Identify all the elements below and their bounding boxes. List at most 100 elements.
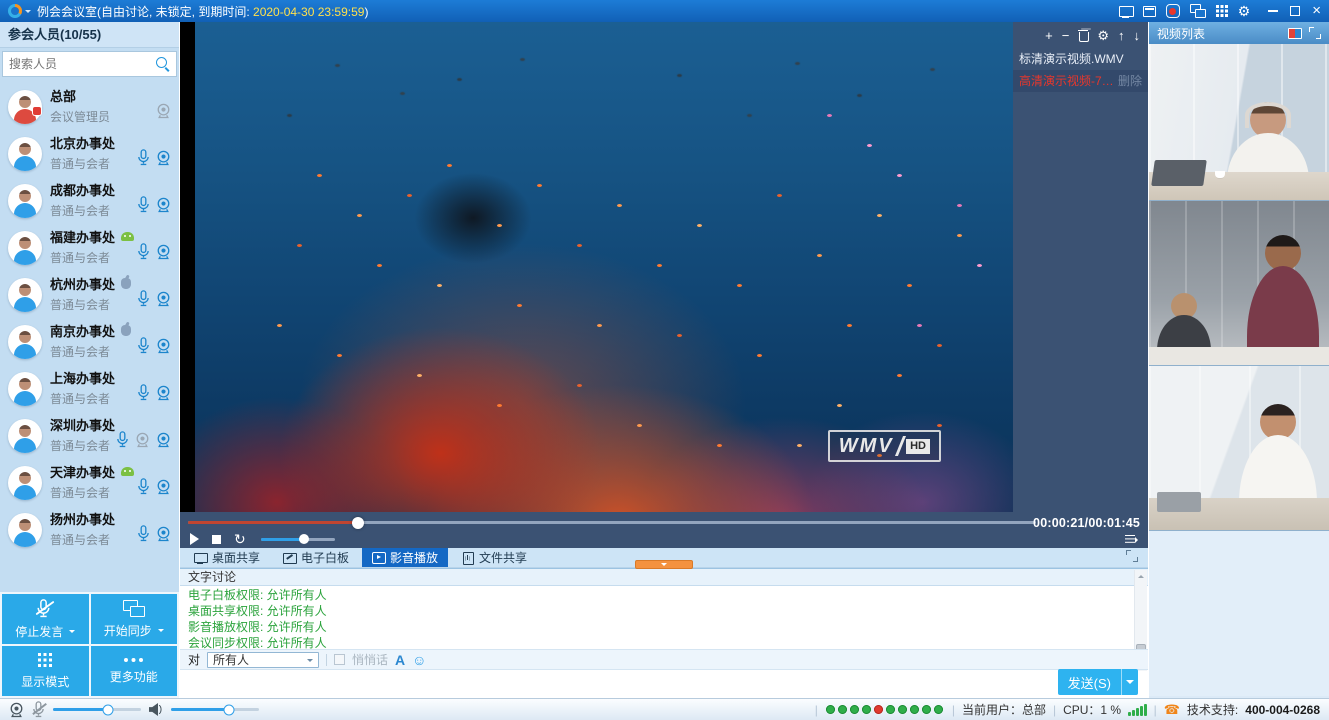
volume-knob[interactable]: [299, 534, 309, 544]
chat-input-area[interactable]: 发送(S): [180, 671, 1148, 698]
participant-row[interactable]: 成都办事处 普通与会者: [0, 175, 179, 222]
close-button[interactable]: ×: [1312, 4, 1321, 18]
window-layout-icon[interactable]: [1143, 5, 1156, 18]
participant-avatar: [8, 278, 42, 312]
app-menu-caret-icon[interactable]: [25, 10, 31, 16]
mic-icon[interactable]: [137, 478, 150, 495]
progress-knob[interactable]: [352, 517, 364, 529]
playlist-settings-icon[interactable]: ⚙: [1097, 29, 1109, 42]
minimize-button[interactable]: [1268, 10, 1278, 12]
speaker-volume-knob[interactable]: [224, 704, 235, 715]
speaker-icon[interactable]: [149, 703, 163, 716]
select-caret-icon: [307, 659, 313, 665]
mic-icon[interactable]: [137, 384, 150, 401]
playlist-item[interactable]: 高清演示视频-720P.wmv 删除: [1013, 70, 1148, 92]
mic-icon[interactable]: [116, 431, 129, 448]
playlist-toggle-icon[interactable]: [1125, 534, 1140, 545]
participant-row[interactable]: 杭州办事处 普通与会者: [0, 269, 179, 316]
screen-share-icon[interactable]: [1119, 5, 1133, 18]
participant-video-3[interactable]: [1149, 366, 1329, 531]
participant-row[interactable]: 扬州办事处 普通与会者: [0, 504, 179, 551]
chat-message: 电子白板权限: 允许所有人: [180, 587, 1148, 603]
tab-desktop-share[interactable]: 桌面共享: [184, 548, 270, 567]
display-mode-button[interactable]: 显示模式: [2, 646, 89, 696]
mic-icon[interactable]: [137, 149, 150, 166]
camera-icon[interactable]: [156, 150, 171, 166]
participant-row[interactable]: 南京办事处 普通与会者: [0, 316, 179, 363]
camera-icon[interactable]: [156, 244, 171, 260]
delete-all-icon[interactable]: [1078, 30, 1088, 42]
platform-icon: [121, 278, 131, 289]
move-down-icon[interactable]: ↓: [1134, 29, 1141, 42]
network-screens-icon[interactable]: [1190, 4, 1206, 18]
fullscreen-icon[interactable]: [1126, 550, 1138, 565]
camera-disabled-icon[interactable]: [156, 103, 171, 119]
chat-collapse-handle[interactable]: [635, 560, 693, 569]
scroll-up-icon[interactable]: [1135, 570, 1147, 580]
participant-row[interactable]: 天津办事处 普通与会者: [0, 457, 179, 504]
send-options-caret[interactable]: [1121, 669, 1138, 695]
mic-icon[interactable]: [137, 243, 150, 260]
move-up-icon[interactable]: ↑: [1118, 29, 1125, 42]
panel-expand-icon[interactable]: [1309, 27, 1321, 39]
camera-icon[interactable]: [156, 291, 171, 307]
participant-row[interactable]: 总部 会议管理员: [0, 81, 179, 128]
playlist-item-name[interactable]: 高清演示视频-720P.wmv: [1019, 70, 1114, 92]
playlist-item-name[interactable]: 标清演示视频.WMV: [1019, 48, 1142, 70]
font-color-button[interactable]: A: [395, 652, 405, 668]
more-features-button[interactable]: 更多功能: [91, 646, 178, 696]
participant-row[interactable]: 上海办事处 普通与会者: [0, 363, 179, 410]
search-icon[interactable]: [156, 57, 170, 71]
video-frame[interactable]: WMV HD: [195, 22, 1013, 512]
search-input[interactable]: [9, 57, 156, 71]
seek-bar[interactable]: [188, 521, 1036, 524]
stop-button[interactable]: [212, 535, 221, 544]
start-sync-button[interactable]: 开始同步: [91, 594, 178, 644]
webcam-status-icon[interactable]: [9, 702, 24, 718]
camera-icon[interactable]: [156, 338, 171, 354]
camera-icon[interactable]: [156, 479, 171, 495]
participant-video-2[interactable]: [1149, 201, 1329, 366]
mic-muted-icon[interactable]: [32, 701, 45, 718]
mic-icon[interactable]: [137, 290, 150, 307]
add-icon[interactable]: +: [1045, 29, 1053, 42]
participant-row[interactable]: 北京办事处 普通与会者: [0, 128, 179, 175]
record-icon[interactable]: [1166, 4, 1180, 18]
delete-item-link[interactable]: 删除: [1118, 70, 1142, 92]
remove-icon[interactable]: −: [1062, 29, 1070, 42]
replay-icon[interactable]: ↻: [234, 532, 246, 546]
dropdown-caret-icon[interactable]: [158, 629, 164, 635]
recipient-select[interactable]: 所有人: [207, 652, 319, 668]
play-button[interactable]: [190, 533, 199, 545]
player-volume-slider[interactable]: [261, 538, 335, 541]
camera-disabled-icon[interactable]: [135, 432, 150, 448]
maximize-button[interactable]: [1290, 6, 1300, 16]
tab-media-playback[interactable]: 影音播放: [362, 548, 448, 567]
playlist-item[interactable]: 标清演示视频.WMV: [1013, 48, 1148, 70]
mic-icon[interactable]: [137, 525, 150, 542]
emoji-button[interactable]: ☺: [412, 653, 426, 667]
mic-icon[interactable]: [137, 337, 150, 354]
search-box[interactable]: [2, 51, 177, 77]
camera-icon[interactable]: [156, 526, 171, 542]
send-button[interactable]: 发送(S): [1058, 669, 1138, 695]
whisper-checkbox[interactable]: [334, 654, 345, 665]
participant-row[interactable]: 福建办事处 普通与会者: [0, 222, 179, 269]
dropdown-caret-icon[interactable]: [69, 630, 75, 636]
layout-grid-icon[interactable]: [1216, 5, 1228, 17]
participant-video-1[interactable]: [1149, 44, 1329, 201]
speaker-volume-slider[interactable]: [171, 708, 259, 711]
tab-whiteboard[interactable]: 电子白板: [273, 548, 359, 567]
stop-speaking-button[interactable]: 停止发言: [2, 594, 89, 644]
settings-gear-icon[interactable]: ⚙: [1238, 4, 1251, 18]
camera-icon[interactable]: [156, 385, 171, 401]
camera-icon[interactable]: [156, 197, 171, 213]
camera-icon[interactable]: [156, 432, 171, 448]
video-mode-icon[interactable]: [1288, 28, 1302, 39]
participant-row[interactable]: 深圳办事处 普通与会者: [0, 410, 179, 457]
admin-badge-icon: [33, 107, 41, 115]
tab-file-share[interactable]: 文件共享: [451, 548, 537, 567]
mic-icon[interactable]: [137, 196, 150, 213]
mic-volume-slider[interactable]: [53, 708, 141, 711]
mic-volume-knob[interactable]: [102, 704, 113, 715]
